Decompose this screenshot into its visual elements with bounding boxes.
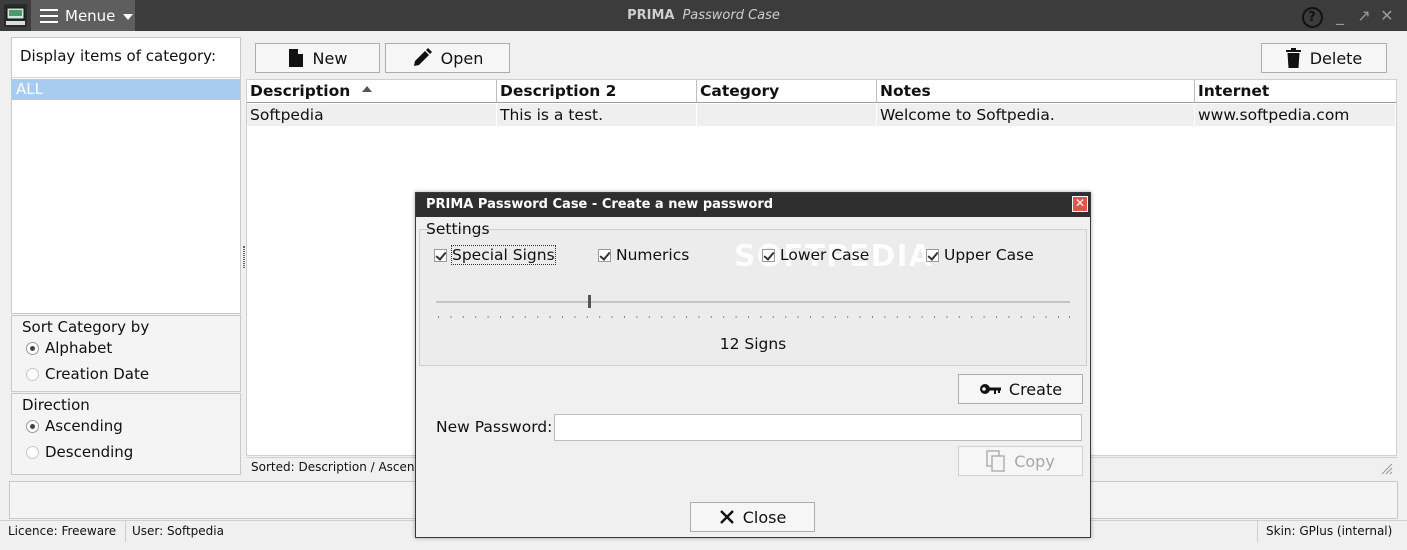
sort-category-title: Sort Category by (22, 318, 150, 336)
direction-title: Direction (22, 396, 90, 414)
close-button[interactable]: Close (690, 502, 815, 532)
toolbar: New Open Delete (246, 37, 1397, 78)
sort-category-group: Sort Category by Alphabet Creation Date (11, 315, 241, 392)
length-slider-track[interactable] (436, 301, 1070, 303)
open-button[interactable]: Open (385, 43, 510, 73)
new-password-input[interactable] (554, 414, 1082, 441)
radio-ascending[interactable]: Ascending (26, 417, 123, 435)
close-icon[interactable]: ✕ (1377, 5, 1397, 27)
status-user: User: Softpedia (132, 524, 224, 538)
radio-checked-icon (26, 419, 39, 433)
checkbox-numerics-label: Numerics (616, 246, 690, 264)
window-title: PRIMA Password Case (0, 0, 1407, 31)
checkbox-lower-case-label: Lower Case (780, 246, 870, 264)
checkbox-checked-icon (926, 248, 939, 262)
copy-button-label: Copy (1014, 451, 1055, 471)
slider-ticks (438, 316, 1070, 318)
radio-alphabet[interactable]: Alphabet (26, 339, 112, 357)
checkbox-checked-icon (434, 248, 447, 262)
column-header-description-2[interactable]: Description 2 (497, 80, 697, 103)
help-button[interactable]: ? (1300, 5, 1324, 28)
length-slider-thumb[interactable] (588, 295, 591, 308)
panel-splitter[interactable] (243, 246, 245, 268)
table-row[interactable]: Softpedia This is a test. Welcome to Sof… (247, 104, 1396, 126)
dialog-close-icon[interactable]: ✕ (1072, 196, 1088, 212)
cell-category (697, 104, 877, 126)
new-button-label: New (312, 48, 348, 68)
status-skin: Skin: GPlus (internal) (1257, 521, 1407, 542)
copy-icon (986, 450, 1005, 472)
hamburger-icon (40, 8, 58, 23)
radio-descending-label: Descending (45, 443, 134, 461)
checkbox-checked-icon (598, 248, 611, 262)
new-document-icon (288, 49, 303, 67)
new-password-label: New Password: (436, 418, 553, 436)
key-icon (979, 384, 1001, 394)
create-button[interactable]: Create (958, 374, 1083, 404)
trash-icon (1285, 48, 1301, 68)
delete-button[interactable]: Delete (1261, 43, 1387, 73)
sorted-status-text: Sorted: Description / Ascending (251, 460, 441, 474)
radio-checked-icon (26, 341, 39, 355)
close-icon (719, 510, 734, 524)
radio-ascending-label: Ascending (45, 417, 123, 435)
category-header: Display items of category: (12, 38, 240, 78)
minimize-icon[interactable]: _ (1330, 5, 1350, 27)
radio-creation-date-label: Creation Date (45, 365, 150, 383)
category-list[interactable]: ALL (12, 79, 240, 100)
menu-button-label: Menue (65, 6, 116, 25)
cell-internet: www.softpedia.com (1195, 104, 1396, 126)
window-title-subtitle: Password Case (682, 8, 780, 23)
dialog-title-bar: PRIMA Password Case - Create a new passw… (416, 193, 1090, 217)
menu-button[interactable]: Menue (31, 0, 135, 31)
cell-notes: Welcome to Softpedia. (877, 104, 1195, 126)
signs-count-label: 12 Signs (719, 335, 787, 353)
category-item-all[interactable]: ALL (12, 79, 240, 100)
cell-description-2: This is a test. (497, 104, 697, 126)
radio-unchecked-icon (26, 367, 39, 381)
category-panel: Display items of category: ALL (11, 37, 241, 314)
create-button-label: Create (1008, 379, 1063, 399)
column-header-notes[interactable]: Notes (877, 80, 1195, 103)
resize-grip-icon[interactable] (1381, 463, 1393, 475)
radio-alphabet-label: Alphabet (45, 339, 113, 357)
checkbox-upper-case-label: Upper Case (944, 246, 1034, 264)
pencil-icon (413, 48, 432, 66)
radio-descending[interactable]: Descending (26, 443, 133, 461)
checkbox-numerics[interactable]: Numerics (598, 246, 689, 264)
checkbox-upper-case[interactable]: Upper Case (926, 246, 1034, 264)
status-licence: Licence: Freeware (0, 521, 126, 542)
radio-unchecked-icon (26, 445, 39, 459)
copy-button[interactable]: Copy (958, 446, 1083, 476)
help-icon: ? (1301, 7, 1323, 28)
chevron-down-icon (123, 13, 134, 20)
column-header-internet[interactable]: Internet (1195, 80, 1396, 103)
maximize-icon[interactable]: ↗ (1354, 5, 1374, 27)
column-header-category[interactable]: Category (697, 80, 877, 103)
open-button-label: Open (440, 48, 484, 68)
radio-creation-date[interactable]: Creation Date (26, 365, 149, 383)
delete-button-label: Delete (1309, 48, 1363, 68)
cell-description: Softpedia (247, 104, 497, 126)
sort-ascending-icon (362, 86, 372, 92)
column-header-description[interactable]: Description (247, 80, 497, 103)
app-icon[interactable] (3, 3, 28, 28)
title-bar: Menue PRIMA Password Case ? _ ↗ ✕ (0, 0, 1407, 31)
dialog-title: PRIMA Password Case - Create a new passw… (426, 197, 774, 212)
window-title-app: PRIMA (627, 8, 675, 23)
direction-group: Direction Ascending Descending (11, 393, 241, 475)
checkbox-special-signs-label: Special Signs (451, 245, 556, 265)
column-header-label: Description (250, 82, 351, 100)
close-button-label: Close (742, 507, 787, 527)
settings-title: Settings (426, 220, 490, 238)
table-header: Description Description 2 Category Notes… (247, 80, 1396, 103)
create-password-dialog: PRIMA Password Case - Create a new passw… (415, 192, 1091, 538)
checkbox-lower-case[interactable]: Lower Case (762, 246, 869, 264)
checkbox-special-signs[interactable]: Special Signs (434, 245, 556, 265)
checkbox-checked-icon (762, 248, 775, 262)
new-button[interactable]: New (255, 43, 380, 73)
